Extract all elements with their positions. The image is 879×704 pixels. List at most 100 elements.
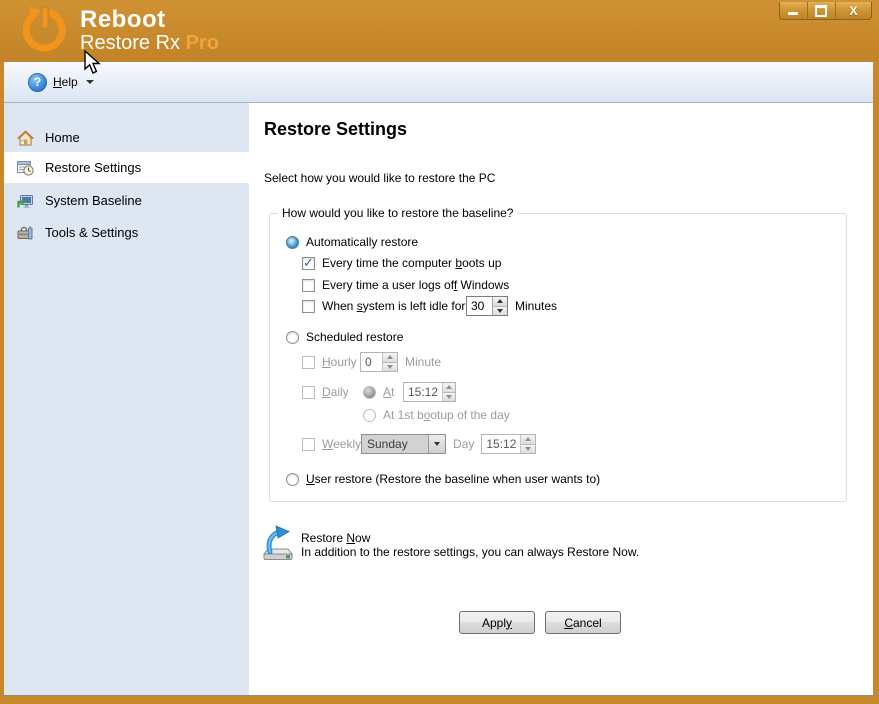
checkbox-icon [302,279,315,292]
radio-icon [286,236,299,249]
radio-label: At [383,385,394,399]
sidebar-item-label: Tools & Settings [45,225,138,240]
radio-automatically-restore[interactable]: Automatically restore [286,235,418,249]
maximize-icon [815,5,827,17]
checkbox-label: Hourly [322,355,357,369]
weekly-row: Sunday Day 15:12 [361,434,536,454]
restore-now-drive-icon [262,525,296,561]
sidebar-item-home[interactable]: Home [4,122,249,153]
home-icon [17,130,34,146]
checkbox-idle[interactable]: When system is left idle for [302,299,465,313]
daily-time-spinner[interactable]: 15:12 [403,382,456,402]
radio-icon [363,386,376,399]
idle-minutes-spinner[interactable]: 30 [466,296,508,316]
radio-icon [286,473,299,486]
app-logo: Reboot Restore Rx Pro [20,5,219,55]
title-bar: Reboot Restore Rx Pro X [0,0,879,62]
help-menu-label: Help [53,75,78,89]
dropdown-value: Sunday [362,435,428,453]
spin-up-button[interactable] [443,383,455,392]
radio-label: Scheduled restore [306,330,403,344]
sidebar-item-label: Home [45,130,80,145]
dropdown-button[interactable] [428,435,445,453]
restore-now-link[interactable]: Restore Now [301,531,370,545]
weekly-day-label: Day [453,437,474,451]
window-bottom-border [0,696,879,704]
spin-up-button[interactable] [493,297,507,306]
radio-daily-at[interactable]: At [363,385,394,399]
restore-now-description: In addition to the restore settings, you… [301,545,639,559]
checkbox-label: Daily [322,385,349,399]
minimize-button[interactable] [780,2,808,19]
apply-button[interactable]: Apply [459,611,535,634]
system-baseline-icon [17,193,34,209]
menu-bar: ? Help [4,62,873,103]
close-button[interactable]: X [836,2,871,19]
app-window: Reboot Restore Rx Pro X ? Help [0,0,879,704]
sidebar: Home Restore Settings [4,103,249,695]
close-icon: X [849,5,857,17]
hourly-minute-spinner[interactable]: 0 [360,352,398,372]
help-icon: ? [28,73,47,92]
logo-title: Reboot [80,8,219,32]
cancel-button[interactable]: Cancel [545,611,621,634]
sidebar-item-label: Restore Settings [45,160,141,175]
spin-up-button[interactable] [521,435,535,444]
daily-time-row: 15:12 [403,382,456,402]
chevron-down-icon [434,442,440,446]
spinner-value: 30 [467,297,492,315]
radio-label: Automatically restore [306,235,418,249]
idle-minutes-row: 30 Minutes [466,296,557,316]
logo-pro-badge: Pro [186,32,219,54]
sidebar-item-tools-settings[interactable]: Tools & Settings [4,217,249,248]
logo-subtitle: Restore Rx Pro [80,33,219,53]
tools-settings-icon [17,225,34,241]
checkbox-weekly[interactable]: Weekly [302,437,361,451]
hourly-minute-row: 0 Minute [360,352,441,372]
spin-down-button[interactable] [521,444,535,454]
page-title: Restore Settings [264,119,407,140]
checkbox-icon [302,386,315,399]
spinner-value: 15:12 [404,383,442,401]
radio-label: User restore (Restore the baseline when … [306,472,600,486]
maximize-button[interactable] [808,2,836,19]
weekly-time-spinner[interactable]: 15:12 [481,434,536,454]
minimize-icon [788,12,798,15]
radio-first-bootup[interactable]: At 1st bootup of the day [363,408,510,422]
radio-icon [286,331,299,344]
apply-button-label: Apply [482,616,512,630]
main-panel: Restore Settings Select how you would li… [249,103,873,695]
checkbox-boot-up[interactable]: Every time the computer boots up [302,256,501,270]
restore-settings-icon [17,160,34,176]
spin-down-button[interactable] [493,306,507,316]
restore-options-groupbox: How would you like to restore the baseli… [269,213,847,502]
checkbox-daily[interactable]: Daily [302,385,349,399]
checkbox-label: When system is left idle for [322,299,465,313]
checkbox-hourly[interactable]: Hourly [302,355,357,369]
sidebar-item-label: System Baseline [45,193,142,208]
content-area: Home Restore Settings [4,103,873,695]
groupbox-legend: How would you like to restore the baseli… [278,206,517,220]
app-logo-text: Reboot Restore Rx Pro [80,8,219,53]
spin-down-button[interactable] [383,362,397,372]
power-restore-icon [20,5,70,55]
checkbox-label: Every time the computer boots up [322,256,501,270]
logo-subtitle-text: Restore Rx [80,32,180,54]
checkbox-icon [302,300,315,313]
radio-user-restore[interactable]: User restore (Restore the baseline when … [286,472,600,486]
weekly-day-dropdown[interactable]: Sunday [361,434,446,454]
chevron-down-icon [86,80,94,84]
idle-unit-label: Minutes [515,299,557,313]
help-menu[interactable]: ? Help [20,70,102,94]
hourly-unit-label: Minute [405,355,441,369]
sidebar-item-restore-settings[interactable]: Restore Settings [4,152,249,183]
spin-down-button[interactable] [443,392,455,402]
radio-label: At 1st bootup of the day [383,408,510,422]
radio-icon [363,409,376,422]
checkbox-logoff[interactable]: Every time a user logs off Windows [302,278,509,292]
cancel-button-label: Cancel [564,616,601,630]
spin-up-button[interactable] [383,353,397,362]
restore-now-icon-wrap[interactable] [262,525,296,564]
radio-scheduled-restore[interactable]: Scheduled restore [286,330,403,344]
sidebar-item-system-baseline[interactable]: System Baseline [4,185,249,216]
